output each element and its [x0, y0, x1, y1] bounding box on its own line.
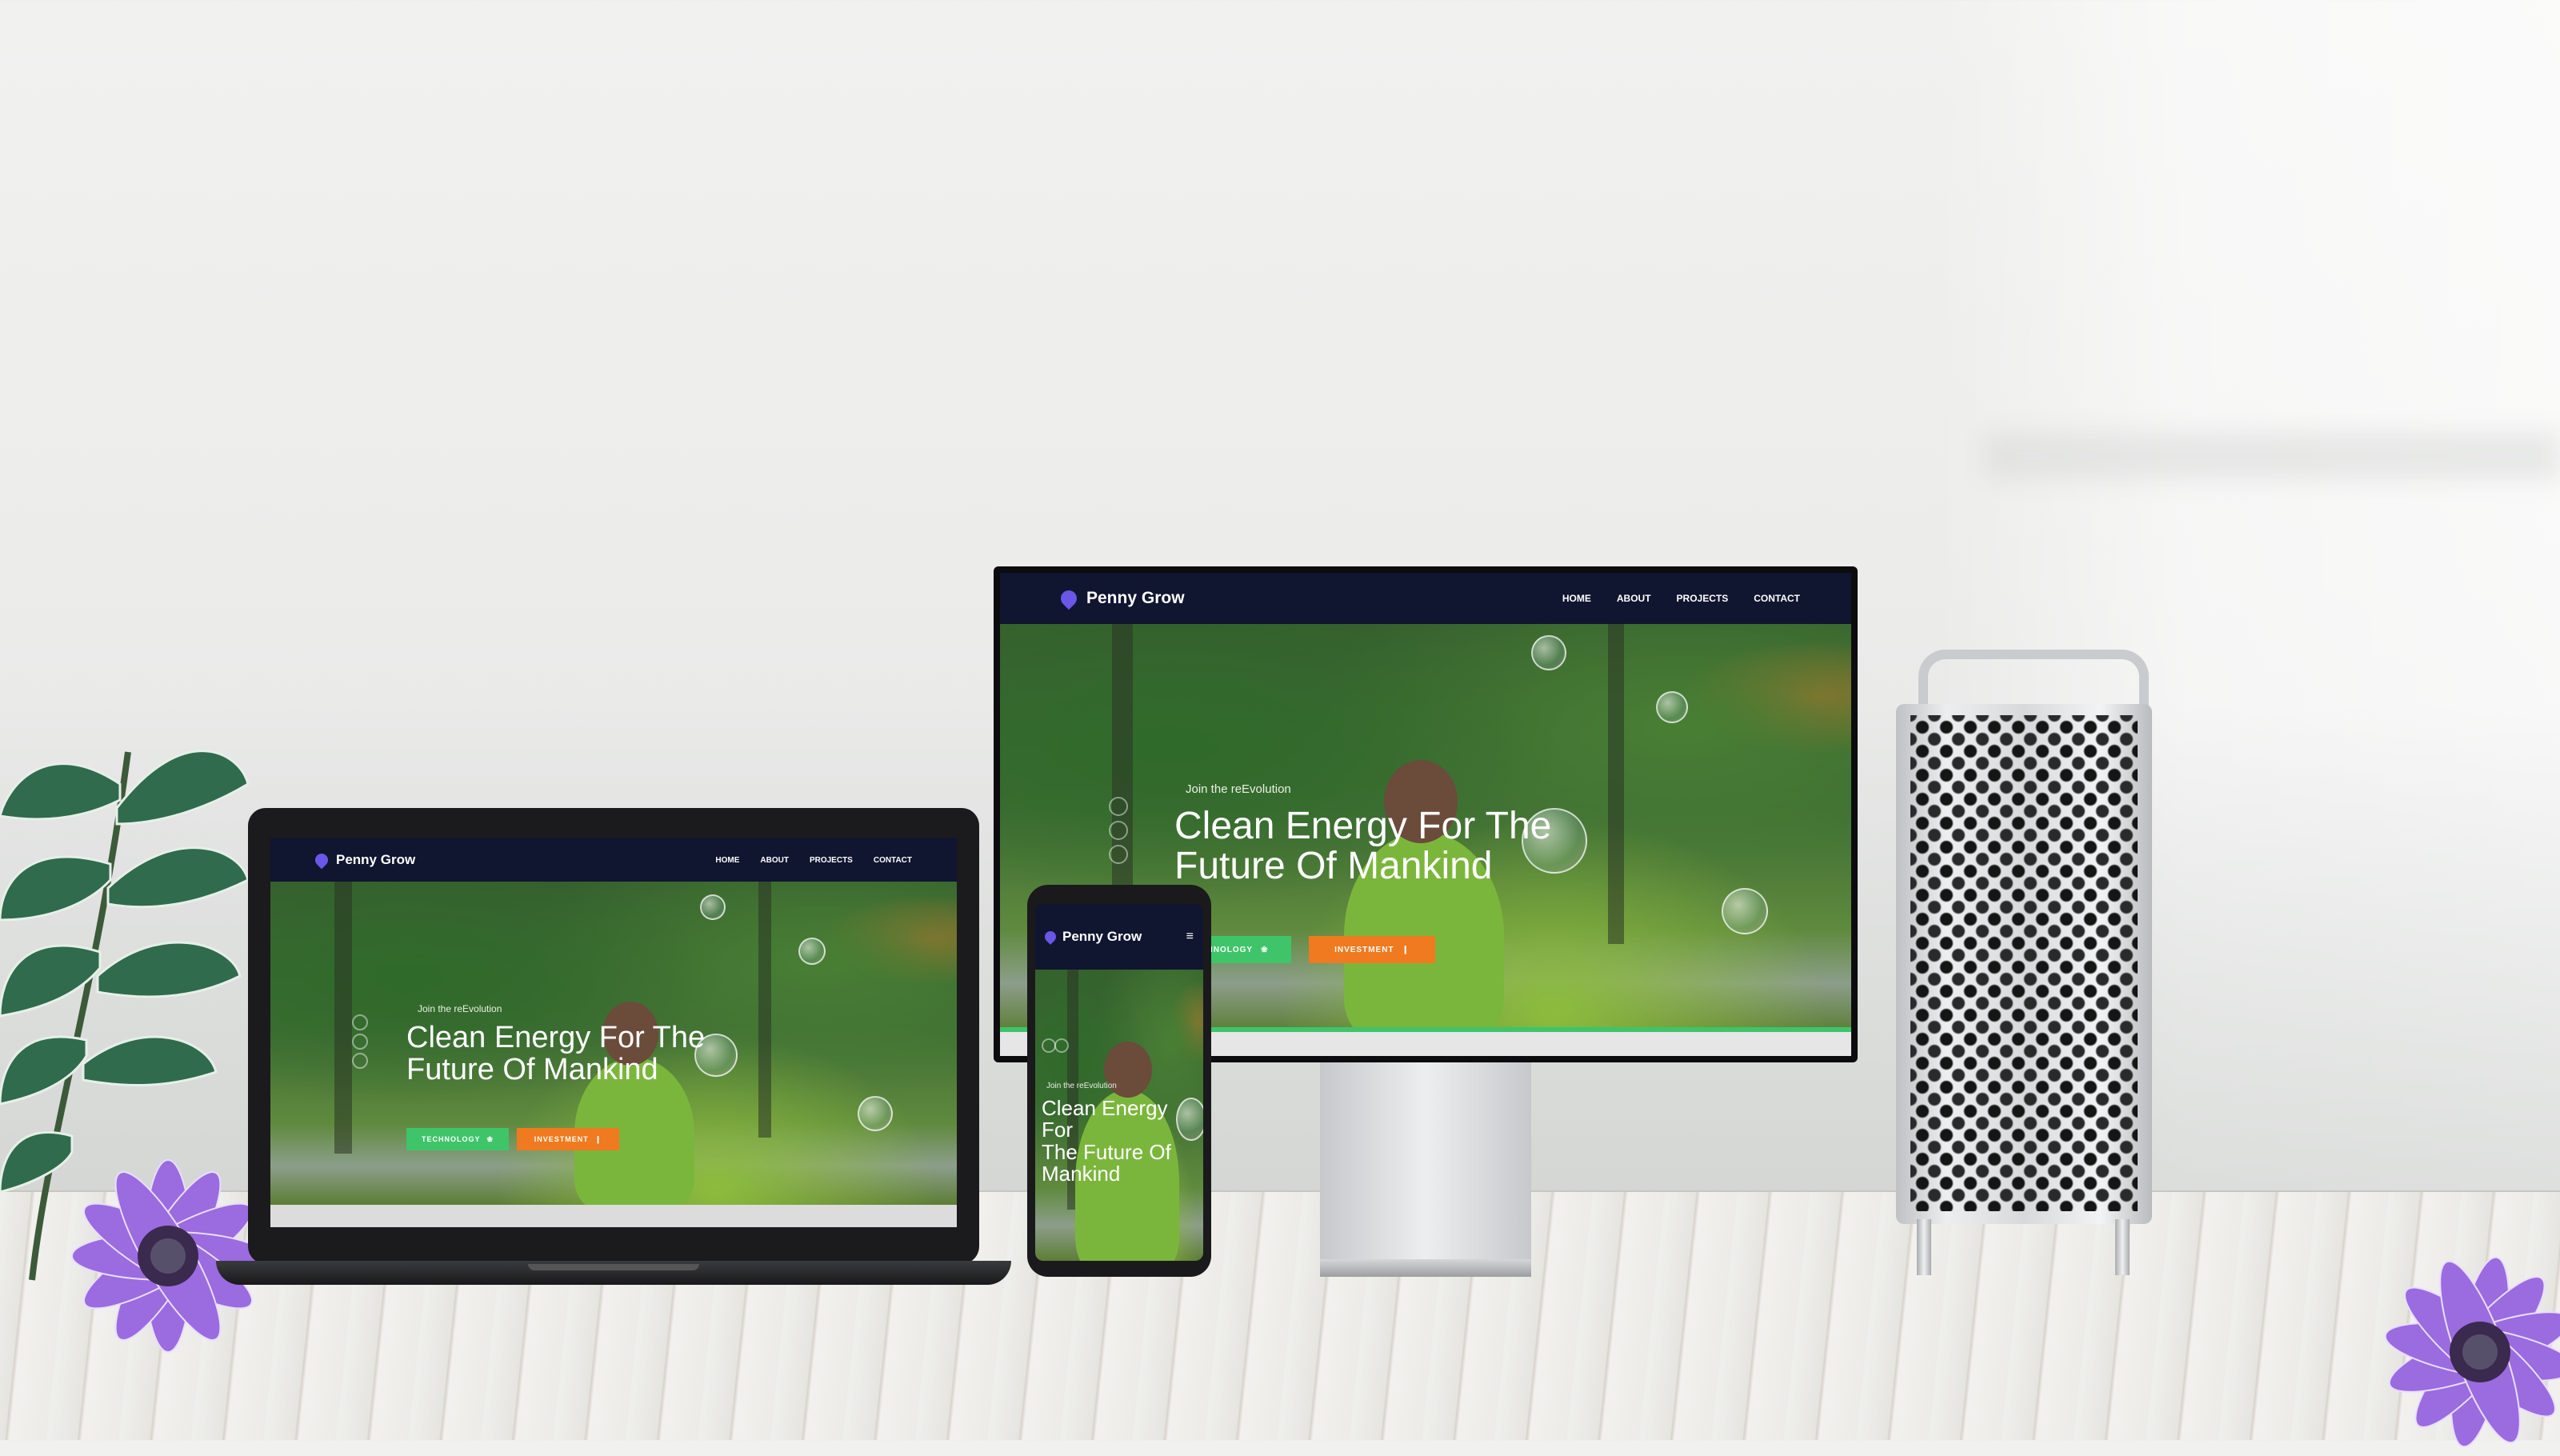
monitor-hero-title: Clean Energy For The Future Of Mankind [1174, 806, 1551, 887]
leaf-icon: ❀ [486, 1134, 494, 1143]
phone-brand-name: Penny Grow [1062, 929, 1142, 944]
pin-icon: ❙ [1402, 945, 1410, 954]
monitor-hero-tagline: Join the reEvolution [1181, 782, 1291, 796]
tree-trunk [758, 882, 771, 1138]
slider-dot[interactable] [1109, 821, 1128, 840]
laptop-nav-menu: HOME ABOUT PROJECTS CONTACT [715, 856, 912, 865]
monitor-foot [1320, 1259, 1531, 1277]
phone-menu: ≡ [1186, 930, 1194, 944]
blurred-shelf [1984, 432, 2560, 480]
slider-dot[interactable] [352, 1014, 368, 1030]
slider-dot[interactable] [352, 1034, 368, 1050]
bubble [1531, 635, 1566, 670]
laptop-nav-about[interactable]: ABOUT [760, 856, 789, 865]
hamburger-icon[interactable]: ≡ [1186, 930, 1194, 944]
laptop-navbar: Penny Grow HOME ABOUT PROJECTS CONTACT [270, 838, 957, 882]
bubble [1656, 691, 1688, 723]
monitor-logo[interactable]: Penny Grow [1057, 586, 1185, 610]
monitor-nav-about[interactable]: ABOUT [1617, 593, 1651, 604]
mac-pro-body [1896, 704, 2152, 1224]
phone-hero-title: Clean Energy For The Future Of Mankind [1042, 1096, 1202, 1186]
monitor-stand [1320, 1061, 1531, 1269]
laptop-hero-title: Clean Energy For The Future Of Mankind [406, 1022, 705, 1086]
laptop-logo[interactable]: Penny Grow [312, 850, 416, 870]
laptop-nav-home[interactable]: HOME [715, 856, 739, 865]
map-pin-icon [1042, 929, 1058, 945]
leaf-icon: ❀ [1261, 945, 1269, 954]
tree-trunk [1608, 624, 1624, 944]
mac-pro-leg [1917, 1219, 1931, 1275]
laptop-nav-contact[interactable]: CONTACT [874, 856, 912, 865]
hero-title-line2: The Future Of [1042, 1139, 1171, 1164]
mac-pro-leg [2115, 1219, 2130, 1275]
monitor-nav-home[interactable]: HOME [1562, 593, 1591, 604]
mac-pro-grille [1910, 715, 2138, 1211]
monitor-nav-menu: HOME ABOUT PROJECTS CONTACT [1562, 593, 1800, 604]
laptop-page-below [270, 1205, 957, 1227]
pin-icon: ❙ [594, 1134, 602, 1143]
tree-trunk [334, 882, 352, 1154]
hero-title-line2: Future Of Mankind [1174, 845, 1493, 888]
phone-hero: Join the reEvolution Clean Energy For Th… [1035, 970, 1203, 1261]
hero-title-line1: Clean Energy For The [406, 1021, 706, 1054]
slider-dot[interactable] [352, 1053, 368, 1069]
map-pin-icon [312, 850, 331, 870]
phone-hero-tagline: Join the reEvolution [1042, 1082, 1117, 1090]
laptop-hero-tagline: Join the reEvolution [413, 1003, 502, 1014]
phone-screen: Penny Grow ≡ Join the reEvolution Clean … [1035, 904, 1203, 1261]
hero-title-line1: Clean Energy For The [1174, 805, 1552, 847]
hero-title-line2: Future Of Mankind [406, 1052, 658, 1086]
bubble [798, 938, 826, 965]
phone-logo[interactable]: Penny Grow [1042, 929, 1142, 945]
monitor-investment-button[interactable]: INVESTMENT ❙ [1309, 936, 1435, 963]
hero-title-line1: Clean Energy For [1042, 1096, 1168, 1142]
map-pin-icon [1057, 586, 1081, 610]
slider-dot[interactable] [1109, 845, 1128, 864]
slider-dot[interactable] [1054, 1038, 1069, 1053]
purple-flower-right [2384, 1256, 2560, 1448]
phone-navbar: Penny Grow ≡ [1035, 904, 1203, 970]
hero-title-line3: Mankind [1042, 1161, 1121, 1186]
bubble [858, 1096, 893, 1131]
slider-dot[interactable] [1109, 797, 1128, 816]
monitor-navbar: Penny Grow HOME ABOUT PROJECTS CONTACT [1000, 573, 1851, 624]
monitor-nav-contact[interactable]: CONTACT [1754, 593, 1800, 604]
laptop-hero: Join the reEvolution Clean Energy For Th… [270, 882, 957, 1205]
laptop-technology-button[interactable]: TECHNOLOGY ❀ [406, 1128, 509, 1150]
bubble [1722, 888, 1768, 934]
monitor-nav-projects[interactable]: PROJECTS [1677, 593, 1729, 604]
laptop-notch [528, 1264, 699, 1270]
bubble [700, 894, 726, 920]
laptop-nav-projects[interactable]: PROJECTS [810, 856, 853, 865]
monitor-brand-name: Penny Grow [1086, 589, 1185, 607]
laptop-investment-button[interactable]: INVESTMENT ❙ [517, 1128, 619, 1150]
laptop-screen: Penny Grow HOME ABOUT PROJECTS CONTACT J… [270, 838, 957, 1227]
laptop-brand-name: Penny Grow [336, 852, 416, 867]
